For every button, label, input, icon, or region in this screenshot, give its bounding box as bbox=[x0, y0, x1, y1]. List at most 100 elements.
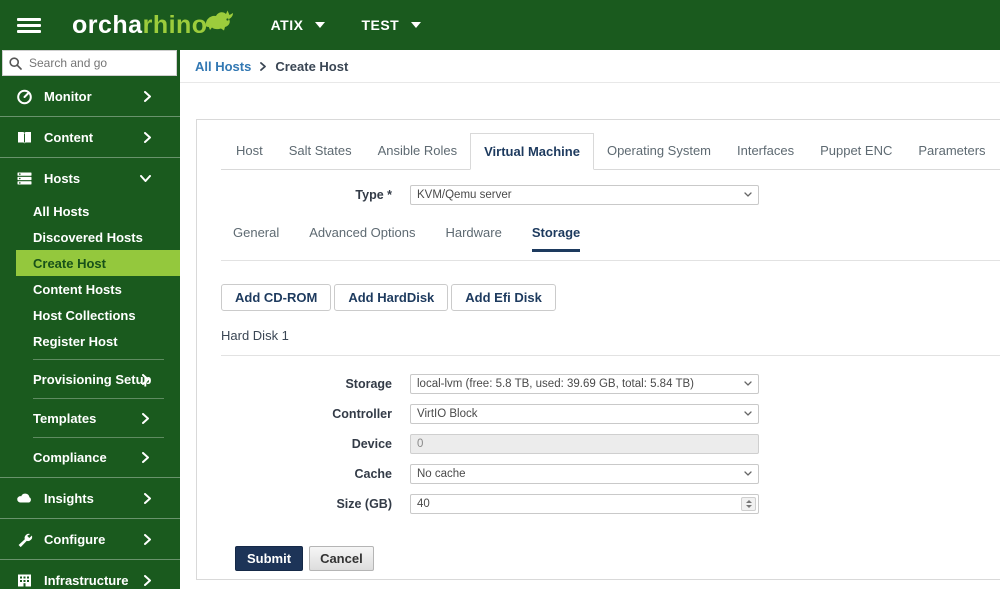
cache-select[interactable]: No cache bbox=[410, 464, 759, 484]
chevron-right-icon bbox=[144, 90, 151, 102]
search-box bbox=[2, 50, 177, 76]
tab-host[interactable]: Host bbox=[223, 133, 276, 169]
sidebar-item-label: Provisioning Setup bbox=[33, 371, 152, 387]
sidebar-item-hosts[interactable]: Hosts bbox=[0, 158, 180, 198]
sidebar-item-label: Templates bbox=[33, 410, 97, 426]
device-input bbox=[410, 434, 759, 454]
cancel-button[interactable]: Cancel bbox=[309, 546, 374, 571]
subtab-advanced-options[interactable]: Advanced Options bbox=[309, 225, 415, 252]
sidebar-item-create-host[interactable]: Create Host bbox=[16, 250, 180, 276]
cache-field-row: Cache No cache bbox=[221, 464, 1000, 484]
subtab-hardware[interactable]: Hardware bbox=[445, 225, 501, 252]
chevron-down-icon bbox=[315, 22, 326, 28]
app-logo[interactable]: orcha rhino bbox=[72, 10, 235, 40]
sidebar-item-label: Monitor bbox=[44, 88, 92, 104]
sidebar: Monitor Content bbox=[0, 50, 180, 589]
top-bar: orcha rhino ATIX TEST bbox=[0, 0, 1000, 50]
sidebar-item-host-collections[interactable]: Host Collections bbox=[0, 302, 180, 328]
sidebar-item-register-host[interactable]: Register Host bbox=[0, 328, 180, 354]
subtab-storage[interactable]: Storage bbox=[531, 225, 581, 252]
type-select[interactable]: KVM/Qemu server bbox=[410, 185, 759, 205]
org-menu[interactable]: ATIX bbox=[271, 17, 326, 33]
size-input[interactable] bbox=[410, 494, 759, 514]
tab-operating-system[interactable]: Operating System bbox=[594, 133, 724, 169]
sidebar-item-infrastructure[interactable]: Infrastructure bbox=[0, 560, 180, 589]
device-field-row: Device bbox=[221, 434, 1000, 454]
tab-salt-states[interactable]: Salt States bbox=[276, 133, 365, 169]
cloud-icon bbox=[16, 490, 33, 507]
server-stack-icon bbox=[16, 170, 33, 187]
main-tab-bar: Host Salt States Ansible Roles Virtual M… bbox=[221, 133, 1000, 170]
controller-select[interactable]: VirtIO Block bbox=[410, 404, 759, 424]
sidebar-item-monitor[interactable]: Monitor bbox=[0, 76, 180, 116]
subtab-general[interactable]: General bbox=[233, 225, 279, 252]
sidebar-item-compliance[interactable]: Compliance bbox=[0, 443, 180, 471]
search-icon bbox=[9, 57, 22, 70]
chevron-right-icon bbox=[142, 412, 149, 424]
tab-puppet-enc[interactable]: Puppet ENC bbox=[807, 133, 905, 169]
size-field-label: Size (GB) bbox=[336, 497, 392, 511]
hamburger-menu-icon[interactable] bbox=[17, 15, 41, 36]
location-menu[interactable]: TEST bbox=[361, 17, 422, 33]
sidebar-item-insights[interactable]: Insights bbox=[0, 478, 180, 518]
tab-ansible-roles[interactable]: Ansible Roles bbox=[365, 133, 471, 169]
storage-field-row: Storage local-lvm (free: 5.8 TB, used: 3… bbox=[221, 374, 1000, 394]
chevron-right-icon bbox=[144, 492, 151, 504]
chevron-right-icon bbox=[142, 451, 149, 463]
chevron-right-icon bbox=[142, 373, 149, 385]
form-actions: Submit Cancel bbox=[235, 546, 1000, 571]
sidebar-item-content[interactable]: Content bbox=[0, 117, 180, 157]
tab-virtual-machine[interactable]: Virtual Machine bbox=[470, 133, 594, 170]
device-field-label: Device bbox=[351, 437, 392, 451]
sidebar-item-configure[interactable]: Configure bbox=[0, 519, 180, 559]
chevron-right-icon bbox=[260, 61, 267, 71]
logo-text-orcha: orcha bbox=[72, 10, 143, 39]
sidebar-item-templates[interactable]: Templates bbox=[0, 404, 180, 432]
search-input[interactable] bbox=[2, 50, 177, 76]
add-cdrom-button[interactable]: Add CD-ROM bbox=[221, 284, 332, 311]
add-disk-buttons: Add CD-ROM Add HardDisk Add Efi Disk bbox=[221, 284, 1000, 311]
divider bbox=[33, 398, 164, 399]
sidebar-item-label: Register Host bbox=[33, 333, 118, 349]
tab-interfaces[interactable]: Interfaces bbox=[724, 133, 807, 169]
size-field-row: Size (GB) bbox=[221, 494, 1000, 514]
location-menu-label: TEST bbox=[361, 17, 400, 33]
sidebar-item-provisioning-setup[interactable]: Provisioning Setup bbox=[0, 365, 180, 393]
hard-disk-title: Hard Disk 1 bbox=[221, 328, 289, 343]
sidebar-item-label: All Hosts bbox=[33, 203, 90, 219]
storage-select[interactable]: local-lvm (free: 5.8 TB, used: 39.69 GB,… bbox=[410, 374, 759, 394]
controller-field-label: Controller bbox=[332, 407, 392, 421]
building-icon bbox=[16, 572, 33, 589]
tab-parameters[interactable]: Parameters bbox=[905, 133, 998, 169]
type-field-label: Type * bbox=[355, 188, 392, 202]
divider bbox=[221, 260, 1000, 261]
sidebar-item-content-hosts[interactable]: Content Hosts bbox=[0, 276, 180, 302]
chevron-down-icon bbox=[140, 174, 151, 182]
divider bbox=[33, 437, 164, 438]
sidebar-item-label: Insights bbox=[44, 490, 94, 506]
submit-button[interactable]: Submit bbox=[235, 546, 304, 571]
sidebar-item-label: Content Hosts bbox=[33, 281, 122, 297]
sidebar-item-discovered-hosts[interactable]: Discovered Hosts bbox=[0, 224, 180, 250]
gauge-icon bbox=[16, 88, 33, 105]
org-menu-label: ATIX bbox=[270, 17, 304, 33]
sidebar-item-label: Host Collections bbox=[33, 307, 136, 323]
divider bbox=[221, 355, 1000, 356]
sidebar-item-all-hosts[interactable]: All Hosts bbox=[0, 198, 180, 224]
sidebar-item-label: Configure bbox=[44, 531, 106, 547]
logo-text-rhino: rhino bbox=[142, 10, 208, 39]
vm-subtab-bar: General Advanced Options Hardware Storag… bbox=[221, 225, 1000, 252]
number-stepper[interactable] bbox=[741, 497, 756, 511]
main-content: All Hosts Create Host Host Salt States A… bbox=[180, 50, 1000, 589]
hard-disk-form: Storage local-lvm (free: 5.8 TB, used: 3… bbox=[221, 374, 1000, 514]
add-efi-disk-button[interactable]: Add Efi Disk bbox=[451, 284, 556, 311]
sidebar-item-label: Compliance bbox=[33, 449, 107, 465]
add-harddisk-button[interactable]: Add HardDisk bbox=[334, 284, 449, 311]
chevron-right-icon bbox=[144, 131, 151, 143]
cache-field-label: Cache bbox=[354, 467, 392, 481]
breadcrumb-all-hosts-link[interactable]: All Hosts bbox=[195, 59, 251, 74]
rhino-logo-icon bbox=[205, 10, 233, 31]
type-field-row: Type * KVM/Qemu server bbox=[221, 185, 1000, 205]
divider bbox=[33, 359, 164, 360]
breadcrumb: All Hosts Create Host bbox=[180, 50, 1000, 83]
